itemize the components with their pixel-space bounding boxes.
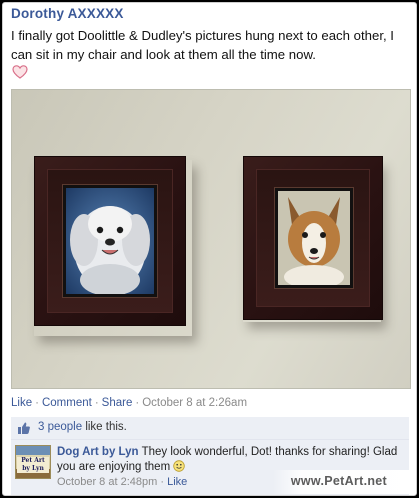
smiley-icon — [173, 460, 185, 472]
maltese-dog-painting — [66, 188, 154, 294]
thumbs-up-icon — [18, 422, 30, 434]
post-text: I finally got Doolittle & Dudley's pictu… — [11, 28, 394, 62]
comment-like-link[interactable]: Like — [167, 476, 187, 488]
heart-icon — [12, 65, 28, 79]
post-author-name[interactable]: Dorothy AXXXXX — [11, 6, 124, 21]
separator: · — [135, 397, 140, 409]
post-timestamp[interactable]: October 8 at 2:26am — [142, 397, 247, 409]
separator: · — [35, 397, 39, 409]
avatar-logo-text: Pet Art by Lyn — [17, 457, 49, 473]
separator: · — [94, 397, 99, 409]
watermark: www.PetArt.net — [273, 470, 416, 494]
avatar[interactable]: Pet Art by Lyn — [15, 445, 51, 479]
comment-meta: October 8 at 2:48pm · Like — [57, 476, 187, 488]
sheltie-dog-painting — [278, 191, 350, 285]
likes-suffix: like this. — [82, 421, 127, 433]
right-framed-portrait — [243, 156, 383, 320]
like-link[interactable]: Like — [11, 397, 32, 409]
likes-summary: 3 people like this. — [38, 421, 127, 433]
post-photo[interactable] — [11, 89, 411, 389]
comment-timestamp[interactable]: October 8 at 2:48pm — [57, 476, 157, 488]
share-link[interactable]: Share — [102, 397, 133, 409]
left-framed-portrait — [34, 156, 186, 326]
comment-author[interactable]: Dog Art by Lyn — [57, 446, 139, 458]
post-card: Dorothy AXXXXX I finally got Doolittle &… — [2, 2, 417, 496]
separator: · — [160, 476, 165, 488]
post-actions: Like · Comment · Share · October 8 at 2:26am — [11, 397, 247, 409]
likers-link[interactable]: 3 people — [38, 421, 82, 433]
comment-link[interactable]: Comment — [42, 397, 92, 409]
likes-bar: 3 people like this. — [11, 417, 409, 440]
